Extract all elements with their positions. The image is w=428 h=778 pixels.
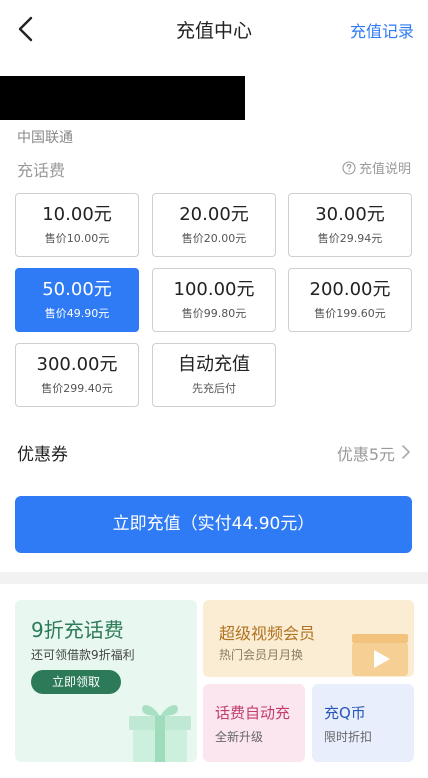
option-card-100[interactable]: 100.00元 售价99.80元 [152,268,276,332]
carrier-label: 中国联通 [17,130,73,146]
claim-now-button[interactable]: 立即领取 [31,670,121,694]
option-price: 售价49.90元 [44,307,110,320]
option-amount: 50.00元 [42,279,112,300]
chevron-right-icon [402,445,410,459]
option-amount: 100.00元 [173,279,255,300]
option-amount: 200.00元 [309,279,391,300]
promo-discount-title: 9折充话费 [31,618,124,642]
promo-qcoin-title: 充Q币 [324,704,366,722]
top-bar: 充值中心 充值记录 [0,0,428,58]
option-card-auto[interactable]: 自动充值 先充后付 [152,343,276,407]
option-amount: 10.00元 [42,204,112,225]
option-price: 售价199.60元 [314,307,386,320]
recharge-options-grid: 10.00元 售价10.00元 20.00元 售价20.00元 30.00元 售… [15,193,413,407]
recharge-help-link[interactable]: 充值说明 [342,158,411,177]
promo-area: 9折充话费 还可领借款9折福利 立即领取 超级视频会员 热门会员月月换 话费自动… [0,584,428,778]
option-card-50[interactable]: 50.00元 售价49.90元 [15,268,139,332]
recharge-history-link[interactable]: 充值记录 [350,18,414,42]
option-card-30[interactable]: 30.00元 售价29.94元 [288,193,412,257]
option-card-300[interactable]: 300.00元 售价299.40元 [15,343,139,407]
promo-discount-subtitle: 还可领借款9折福利 [31,648,135,662]
option-amount: 20.00元 [179,204,249,225]
promo-auto-fee-title: 话费自动充 [215,704,291,722]
option-price: 售价10.00元 [44,232,110,245]
option-card-10[interactable]: 10.00元 售价10.00元 [15,193,139,257]
gift-icon [129,705,191,762]
promo-video-title: 超级视频会员 [219,624,316,643]
promo-auto-fee-subtitle: 全新升级 [215,730,264,744]
option-price: 售价29.94元 [317,232,383,245]
option-card-20[interactable]: 20.00元 售价20.00元 [152,193,276,257]
option-price: 售价20.00元 [181,232,247,245]
option-price: 售价99.80元 [181,307,247,320]
promo-video-subtitle: 热门会员月月换 [219,648,304,662]
option-price: 先充后付 [192,382,236,395]
recharge-help-label: 充值说明 [358,162,411,177]
question-circle-icon [342,160,356,175]
option-card-200[interactable]: 200.00元 售价199.60元 [288,268,412,332]
video-play-icon [352,634,408,676]
pay-now-button[interactable]: 立即充值（实付44.90元） [15,496,412,553]
redacted-phone-number [0,76,245,120]
section-divider [0,572,428,584]
option-price: 售价299.40元 [41,382,113,395]
promo-discount-card[interactable]: 9折充话费 还可领借款9折福利 立即领取 [15,600,197,762]
coupon-label: 优惠券 [17,445,68,465]
coupon-row[interactable]: 优惠券 优惠5元 [17,438,411,465]
promo-video-card[interactable]: 超级视频会员 热门会员月月换 [203,600,414,677]
section-title: 充话费 [17,161,66,180]
promo-qcoin-card[interactable]: 充Q币 限时折扣 [312,684,414,762]
option-amount: 自动充值 [178,354,250,375]
option-amount: 300.00元 [36,354,118,375]
promo-auto-fee-card[interactable]: 话费自动充 全新升级 [203,684,305,762]
option-amount: 30.00元 [315,204,385,225]
promo-qcoin-subtitle: 限时折扣 [324,730,373,744]
coupon-value: 优惠5元 [336,445,395,464]
